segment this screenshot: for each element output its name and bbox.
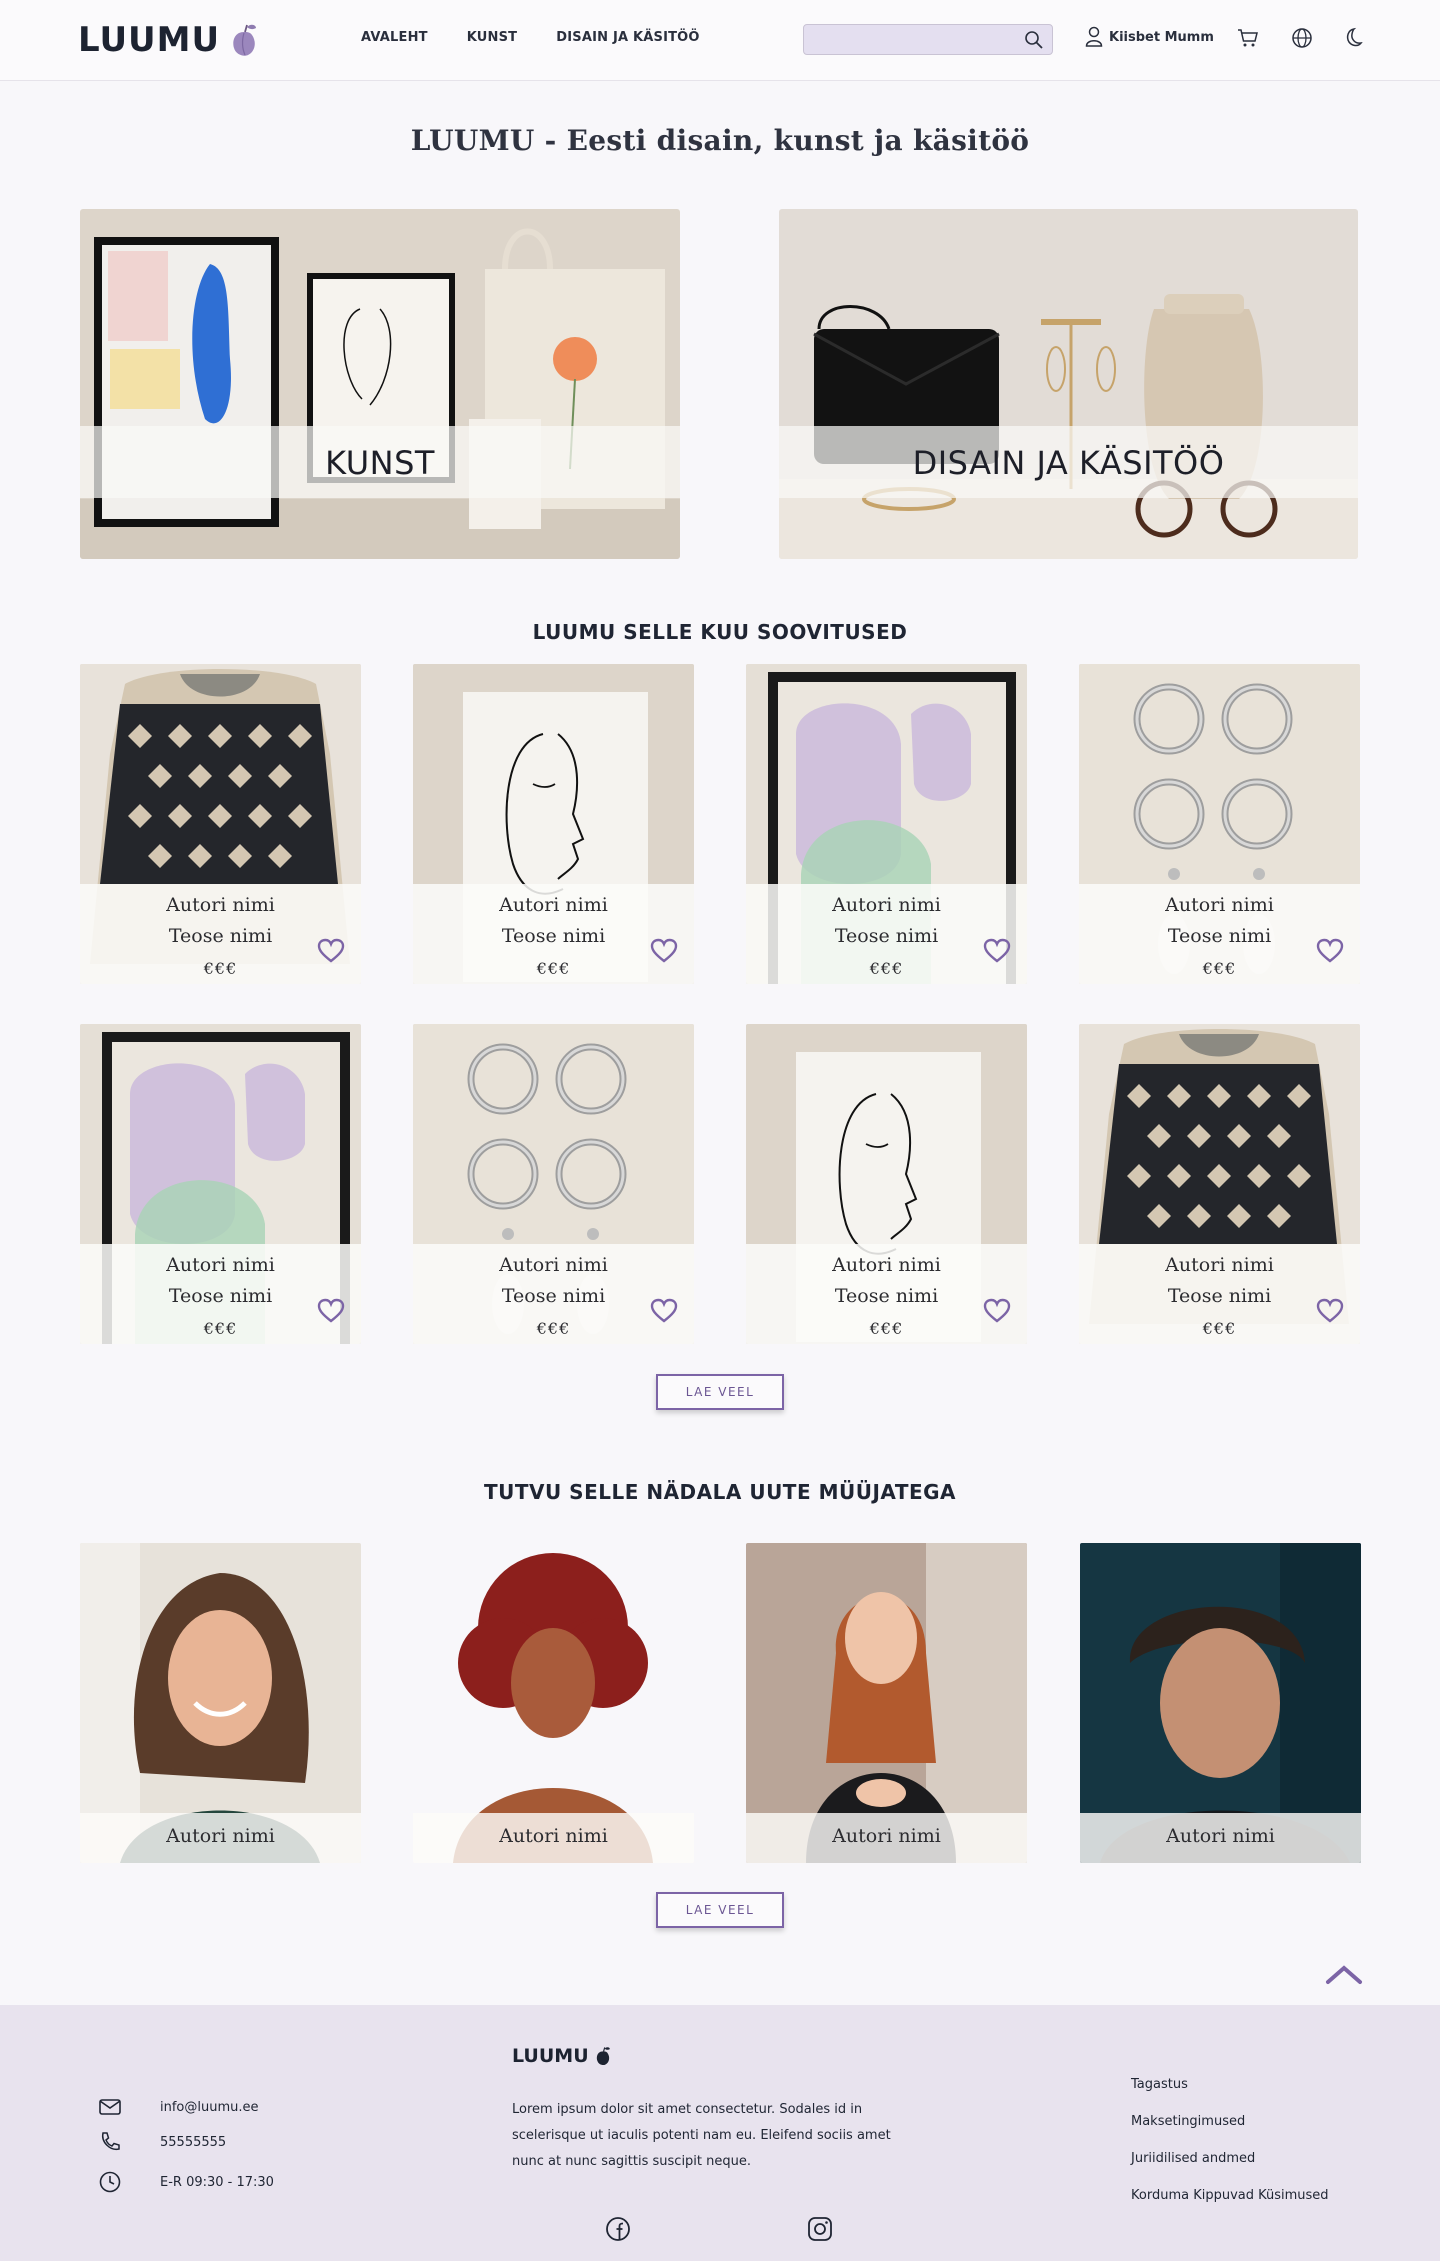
heart-icon[interactable] <box>317 1298 345 1324</box>
cart-icon[interactable] <box>1237 27 1259 49</box>
heart-icon[interactable] <box>983 1298 1011 1324</box>
nav-design-crafts[interactable]: DISAIN JA KÄSITÖÖ <box>556 30 699 45</box>
product-info: Autori nimi Teose nimi €€€ <box>80 1244 361 1344</box>
footer-email-text[interactable]: info@luumu.ee <box>160 2100 259 2115</box>
product-card[interactable]: Autori nimi Teose nimi €€€ <box>413 664 694 984</box>
product-author: Autori nimi <box>1165 1254 1274 1276</box>
product-author: Autori nimi <box>166 1254 275 1276</box>
product-info: Autori nimi Teose nimi €€€ <box>746 1244 1027 1344</box>
seller-name: Autori nimi <box>166 1825 275 1847</box>
nav-home[interactable]: AVALEHT <box>361 30 428 45</box>
mail-icon <box>99 2099 121 2115</box>
hero-art-image <box>80 209 680 559</box>
back-to-top-icon[interactable] <box>1324 1960 1364 1988</box>
seller-name: Autori nimi <box>499 1825 608 1847</box>
globe-icon[interactable] <box>1291 27 1313 49</box>
heart-icon[interactable] <box>983 938 1011 964</box>
search-input[interactable] <box>812 29 1012 51</box>
plum-icon <box>233 24 257 56</box>
footer-hours-text: E-R 09:30 - 17:30 <box>160 2174 274 2190</box>
footer-link-legal[interactable]: Juriidilised andmed <box>1131 2151 1329 2188</box>
hero-design-image <box>779 209 1358 559</box>
product-author: Autori nimi <box>1165 894 1274 916</box>
product-author: Autori nimi <box>499 894 608 916</box>
product-author: Autori nimi <box>499 1254 608 1276</box>
page-title: LUUMU - Eesti disain, kunst ja käsitöö <box>410 124 1030 157</box>
product-info: Autori nimi Teose nimi €€€ <box>413 884 694 984</box>
footer-link-returns[interactable]: Tagastus <box>1131 2077 1329 2114</box>
footer-link-faq[interactable]: Korduma Kippuvad Küsimused <box>1131 2188 1329 2225</box>
heart-icon[interactable] <box>1316 938 1344 964</box>
seller-name: Autori nimi <box>1166 1825 1275 1847</box>
product-card[interactable]: Autori nimi Teose nimi €€€ <box>746 1024 1027 1344</box>
logo-text: LUUMU <box>78 20 221 60</box>
product-info: Autori nimi Teose nimi €€€ <box>746 884 1027 984</box>
user-icon <box>1085 26 1103 47</box>
product-info: Autori nimi Teose nimi €€€ <box>80 884 361 984</box>
product-author: Autori nimi <box>832 894 941 916</box>
product-author: Autori nimi <box>166 894 275 916</box>
footer-link-payment-terms[interactable]: Maksetingimused <box>1131 2114 1329 2151</box>
phone-icon <box>101 2132 120 2151</box>
product-card[interactable]: Autori nimi Teose nimi €€€ <box>1079 664 1360 984</box>
seller-card[interactable]: Autori nimi <box>1080 1543 1361 1863</box>
footer-phone-text[interactable]: 55555555 <box>160 2135 226 2150</box>
heart-icon[interactable] <box>317 938 345 964</box>
site-header: LUUMU AVALEHT KUNST DISAIN JA KÄSITÖÖ Ki… <box>0 0 1440 81</box>
seller-card[interactable]: Autori nimi <box>80 1543 361 1863</box>
main-nav: AVALEHT KUNST DISAIN JA KÄSITÖÖ <box>361 30 739 45</box>
heart-icon[interactable] <box>650 938 678 964</box>
dark-mode-icon[interactable] <box>1341 27 1363 49</box>
seller-card[interactable]: Autori nimi <box>413 1543 694 1863</box>
product-info: Autori nimi Teose nimi €€€ <box>413 1244 694 1344</box>
product-card[interactable]: Autori nimi Teose nimi €€€ <box>1079 1024 1360 1344</box>
search-box <box>803 24 1053 55</box>
product-card[interactable]: Autori nimi Teose nimi €€€ <box>80 664 361 984</box>
footer-links: Tagastus Maksetingimused Juriidilised an… <box>1131 2077 1329 2225</box>
heart-icon[interactable] <box>1316 1298 1344 1324</box>
load-more-sellers-button[interactable]: LAE VEEL <box>656 1892 784 1928</box>
plum-icon <box>596 2047 610 2065</box>
product-author: Autori nimi <box>832 1254 941 1276</box>
site-logo[interactable]: LUUMU <box>78 20 258 60</box>
footer-description: Lorem ipsum dolor sit amet consectetur. … <box>512 2102 891 2169</box>
product-info: Autori nimi Teose nimi €€€ <box>1079 884 1360 984</box>
footer-phone: 55555555 <box>98 2130 226 2154</box>
search-icon[interactable] <box>1024 30 1044 50</box>
footer-hours: E-R 09:30 - 17:30 <box>98 2170 274 2194</box>
footer-email: info@luumu.ee <box>98 2095 259 2119</box>
hero-art[interactable]: KUNST <box>80 209 680 559</box>
clock-icon <box>99 2171 121 2193</box>
load-more-products-button[interactable]: LAE VEEL <box>656 1374 784 1410</box>
sellers-title: TUTVU SELLE NÄDALA UUTE MÜÜJATEGA <box>483 1480 957 1504</box>
site-footer: info@luumu.ee 55555555 E-R 09:30 - 17:30… <box>0 2005 1440 2261</box>
product-card[interactable]: Autori nimi Teose nimi €€€ <box>746 664 1027 984</box>
seller-name: Autori nimi <box>832 1825 941 1847</box>
user-name: Kiisbet Mumm <box>1109 29 1214 45</box>
hero-design[interactable]: DISAIN JA KÄSITÖÖ <box>779 209 1358 559</box>
recommendations-title: LUUMU SELLE KUU SOOVITUSED <box>532 620 908 644</box>
product-card[interactable]: Autori nimi Teose nimi €€€ <box>413 1024 694 1344</box>
user-account[interactable]: Kiisbet Mumm <box>1085 26 1214 48</box>
hero-design-label: DISAIN JA KÄSITÖÖ <box>912 444 1225 482</box>
product-card[interactable]: Autori nimi Teose nimi €€€ <box>80 1024 361 1344</box>
footer-logo-text: LUUMU <box>512 2045 589 2067</box>
instagram-icon[interactable] <box>806 2215 834 2243</box>
product-info: Autori nimi Teose nimi €€€ <box>1079 1244 1360 1344</box>
heart-icon[interactable] <box>650 1298 678 1324</box>
seller-card[interactable]: Autori nimi <box>746 1543 1027 1863</box>
footer-logo[interactable]: LUUMU <box>512 2045 611 2067</box>
facebook-icon[interactable] <box>604 2215 632 2243</box>
hero-art-label: KUNST <box>325 444 435 482</box>
nav-art[interactable]: KUNST <box>467 30 518 45</box>
